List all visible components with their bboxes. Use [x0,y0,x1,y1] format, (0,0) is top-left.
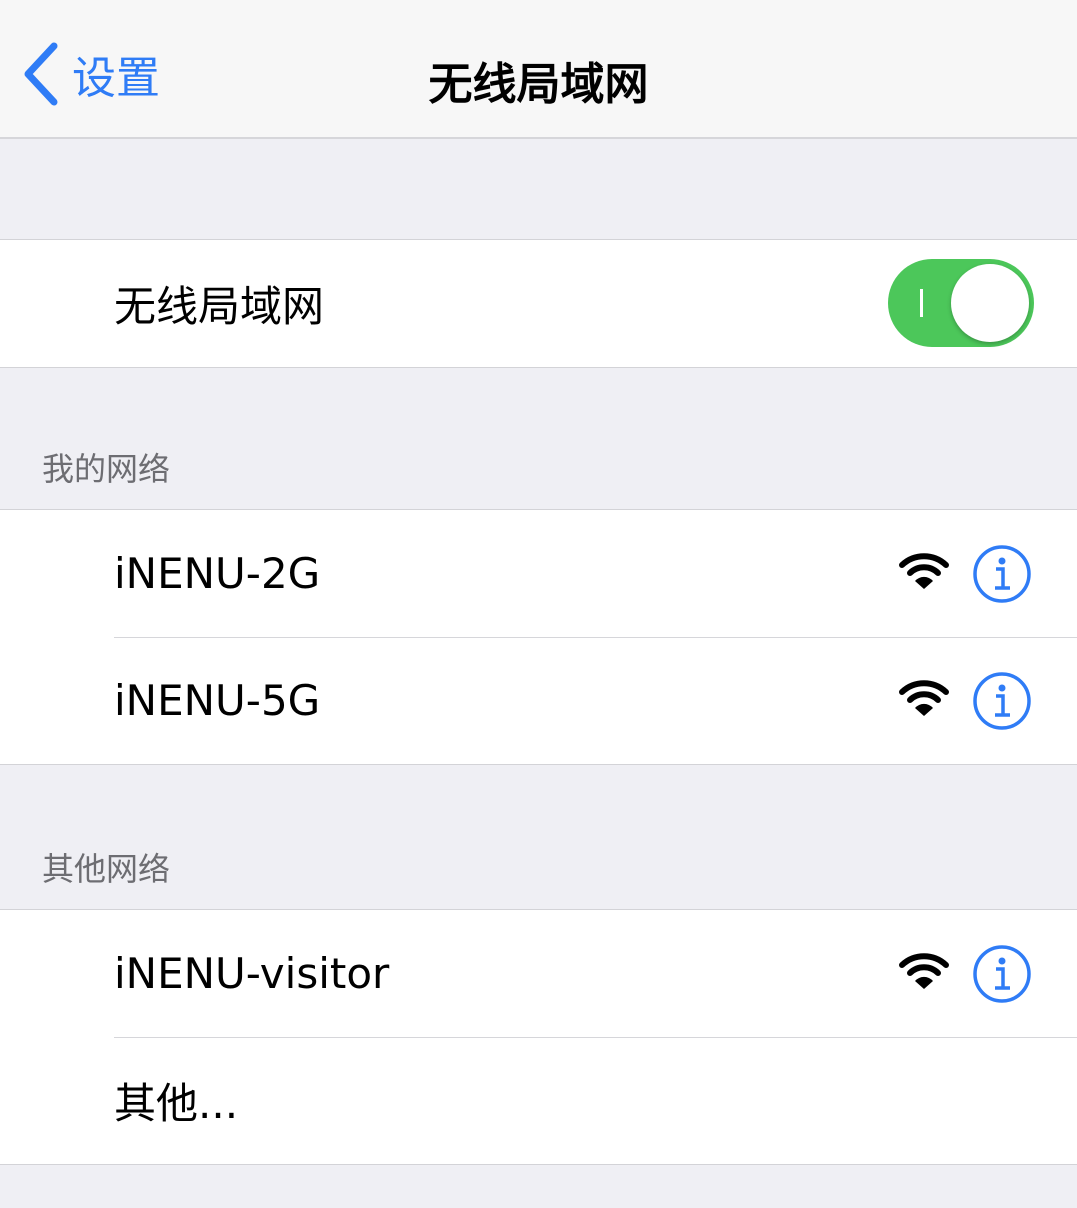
other-network-label: 其他... [114,1079,239,1128]
page-title: 无线局域网 [428,59,649,110]
other-networks-group: iNENU-visitor 其他... [0,909,1077,1165]
network-name: iNENU-5G [114,676,321,725]
network-name: iNENU-2G [114,549,321,598]
info-icon[interactable] [972,671,1032,731]
network-name: iNENU-visitor [114,949,390,998]
my-networks-group: iNENU-2G iNENU-5G [0,509,1077,765]
wifi-icon [899,553,949,589]
network-row[interactable]: iNENU-2G [0,510,1077,637]
info-icon[interactable] [972,544,1032,604]
wifi-toggle-row: 无线局域网 [0,240,1077,367]
wifi-icon [899,680,949,716]
other-networks-header: 其他网络 [42,850,171,888]
network-row[interactable]: iNENU-visitor [0,910,1077,1037]
wifi-toggle-label: 无线局域网 [114,282,325,331]
wifi-toggle[interactable] [888,259,1034,347]
my-networks-header: 我的网络 [42,450,171,488]
navigation-bar: 设置 无线局域网 [0,0,1077,139]
wifi-toggle-group: 无线局域网 [0,239,1077,368]
wifi-icon [899,953,949,989]
other-network-row[interactable]: 其他... [0,1037,1077,1164]
network-row[interactable]: iNENU-5G [0,637,1077,764]
info-icon[interactable] [972,944,1032,1004]
